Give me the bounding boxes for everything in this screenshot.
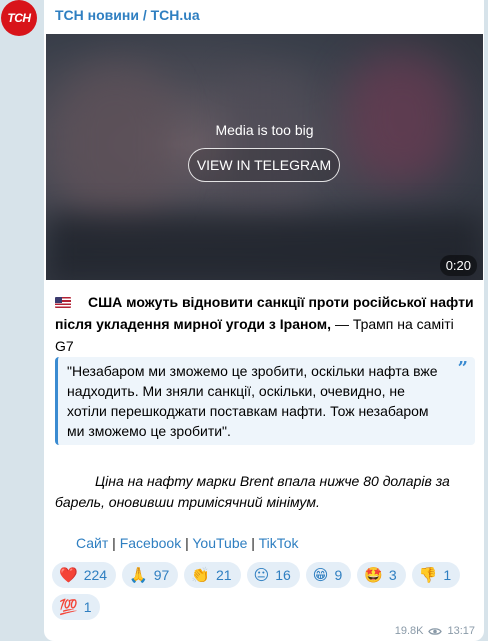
channel-avatar[interactable]: ТСН	[1, 0, 37, 36]
price-note: Ціна на нафту марки Brent впала нижче 80…	[55, 473, 450, 510]
reaction-pray[interactable]: 🙏 97	[122, 562, 179, 588]
reaction-clap[interactable]: 👏 21	[184, 562, 241, 588]
reaction-count: 9	[334, 567, 343, 583]
reaction-count: 1	[83, 599, 92, 615]
channel-name[interactable]: ТСН новини / TCH.ua	[55, 7, 200, 23]
tiktok-link[interactable]: TikTok	[259, 535, 299, 551]
reaction-count: 1	[443, 567, 452, 583]
hundred-icon: 💯	[59, 598, 78, 616]
pray-icon: 🙏	[129, 566, 148, 584]
youtube-link[interactable]: YouTube	[192, 535, 247, 551]
video-duration: 0:20	[439, 255, 477, 276]
facebook-link[interactable]: Facebook	[120, 535, 181, 551]
reaction-thumbs-down[interactable]: 👎 1	[411, 562, 461, 588]
media-preview[interactable]: Media is too big VIEW IN TELEGRAM 0:20	[46, 34, 483, 280]
reaction-heart[interactable]: ❤️ 224	[52, 562, 117, 588]
message-bubble: ТСН новини / TCH.ua Media is too big VIE…	[44, 0, 484, 641]
view-count: 19.8K	[394, 625, 424, 637]
social-links: Сайт | Facebook | YouTube | TikTok	[76, 535, 299, 551]
blockquote: "Незабаром ми зможемо це зробити, оскіль…	[55, 357, 475, 445]
view-in-telegram-button[interactable]: VIEW IN TELEGRAM	[188, 148, 340, 182]
reaction-count: 21	[216, 567, 232, 583]
us-flag-icon	[55, 297, 71, 308]
reaction-count: 16	[275, 567, 291, 583]
reaction-hundred[interactable]: 💯 1	[52, 594, 101, 620]
media-too-big-message: Media is too big	[215, 122, 314, 138]
post-headline: США можуть відновити санкції проти росій…	[55, 291, 475, 357]
heart-icon: ❤️	[59, 566, 78, 584]
eye-icon	[428, 627, 443, 635]
clap-icon: 👏	[191, 566, 210, 584]
reaction-count: 224	[83, 567, 108, 583]
neutral-face-icon: 😐	[253, 566, 270, 584]
reaction-neutral-face[interactable]: 😐 16	[246, 562, 300, 588]
grin-icon: 😁	[312, 566, 329, 584]
star-struck-icon: 🤩	[364, 566, 383, 584]
site-link[interactable]: Сайт	[76, 535, 108, 551]
message-meta: 19.8K 13:17	[395, 625, 475, 637]
quote-text: "Незабаром ми зможемо це зробити, оскіль…	[67, 363, 438, 439]
reaction-grin[interactable]: 😁 9	[305, 562, 352, 588]
reaction-star-struck[interactable]: 🤩 3	[357, 562, 406, 588]
avatar-text: ТСН	[7, 11, 31, 25]
message-time: 13:17	[447, 625, 475, 637]
reaction-count: 3	[388, 567, 397, 583]
reaction-count: 97	[153, 567, 170, 583]
thumbs-down-icon: 👎	[418, 566, 438, 584]
reactions-bar: ❤️ 224 🙏 97 👏 21 😐 16 😁 9 🤩 3 👎 1 💯 1	[52, 562, 478, 620]
quote-icon: ”	[457, 358, 468, 379]
